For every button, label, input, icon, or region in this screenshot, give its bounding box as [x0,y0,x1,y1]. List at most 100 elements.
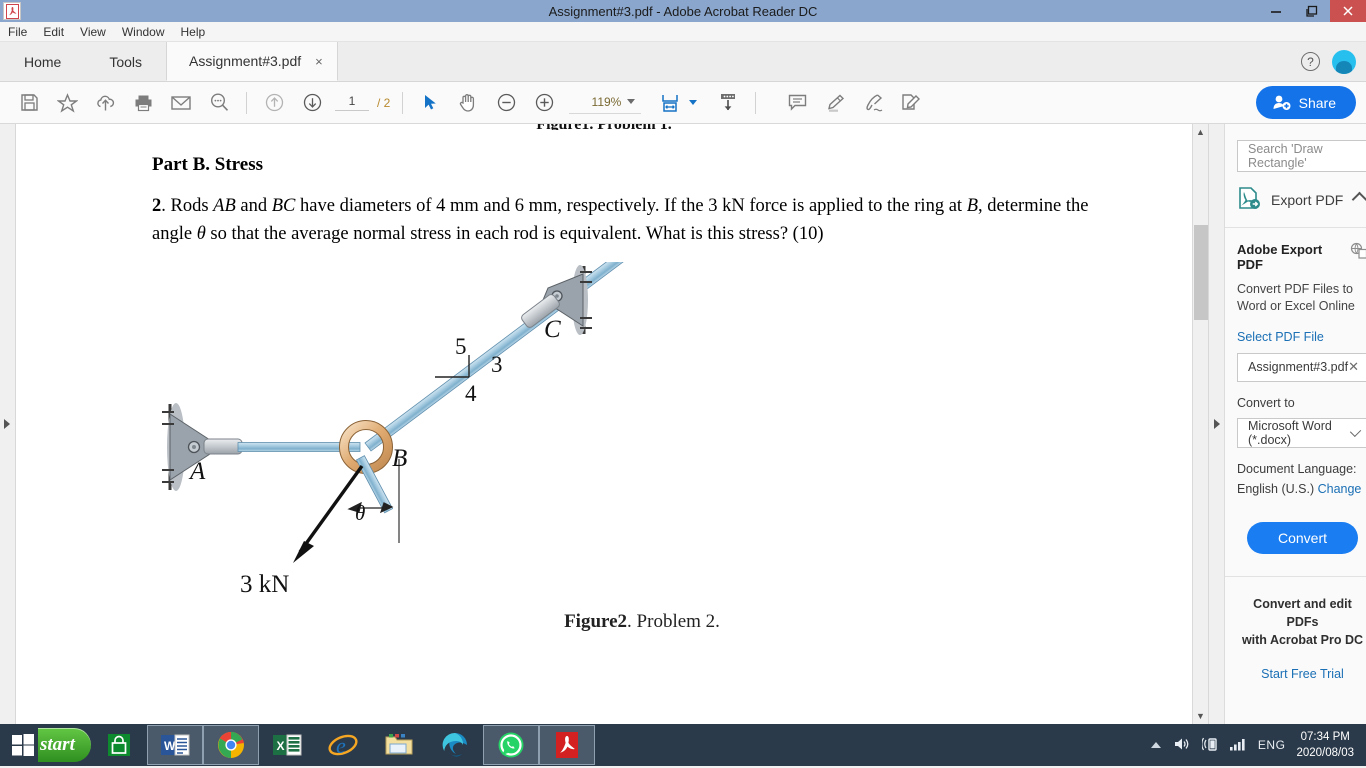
tab-tools[interactable]: Tools [85,42,166,81]
svg-text:X: X [276,739,284,753]
select-pdf-file-link[interactable]: Select PDF File [1237,330,1324,344]
save-icon[interactable] [10,86,48,120]
fit-width-icon[interactable] [651,86,689,120]
promo-line-1: Convert and edit PDFs [1253,596,1352,629]
scrollbar-track[interactable] [1193,140,1209,708]
tab-document[interactable]: Assignment#3.pdf × [166,42,338,81]
tab-bar-right: ? [1301,42,1366,81]
menu-item-window[interactable]: Window [122,25,165,39]
toolbar-divider-3 [755,91,757,114]
internet-explorer-icon[interactable]: e [315,725,371,765]
slope-vert-label: 3 [491,352,503,377]
clock-time: 07:34 PM [1300,730,1350,743]
chrome-icon[interactable] [202,725,259,765]
email-icon[interactable] [162,86,200,120]
excel-icon[interactable]: X [259,725,315,765]
search-input[interactable]: Search 'Draw Rectangle' [1237,140,1366,172]
language-indicator[interactable]: ENG [1258,738,1286,752]
next-page-button[interactable] [293,86,331,120]
page-scroll-icon[interactable] [709,86,747,120]
edit-pdf-icon[interactable] [892,86,930,120]
network-icon[interactable] [1201,736,1218,755]
force-label: 3 kN [240,571,289,598]
show-hidden-icons-icon[interactable] [1150,738,1162,753]
menu-item-help[interactable]: Help [181,25,206,39]
word-icon[interactable]: W [146,725,203,765]
export-pdf-section-header[interactable]: Export PDF [1225,172,1366,228]
menu-item-edit[interactable]: Edit [43,25,64,39]
adobe-export-description: Convert PDF Files to Word or Excel Onlin… [1237,282,1355,314]
start-free-trial-link[interactable]: Start Free Trial [1237,667,1366,681]
chevron-right-icon [4,419,10,429]
angle-label: θ [355,501,365,525]
problem-text-seg3: have diameters of 4 mm and 6 mm, respect… [295,196,864,216]
tab-home[interactable]: Home [0,42,85,81]
clock-date: 2020/08/03 [1296,747,1354,759]
theta-symbol: θ [196,224,206,245]
close-button[interactable] [1330,0,1366,22]
export-pdf-icon [1237,186,1261,213]
help-icon[interactable]: ? [1301,52,1320,71]
left-panel-toggle[interactable] [0,124,16,724]
cloud-upload-icon[interactable] [86,86,124,120]
sign-icon[interactable] [854,86,892,120]
page-number-input[interactable]: 1 [335,94,369,111]
toolbar: 1 / 2 119% Share [0,82,1366,124]
maximize-button[interactable] [1294,0,1330,22]
share-button[interactable]: Share [1255,86,1356,119]
edge-icon[interactable] [427,725,483,765]
file-explorer-icon[interactable] [371,725,427,765]
scrollbar-thumb[interactable] [1193,225,1208,320]
zoom-level-select[interactable]: 119% [569,92,642,114]
avatar[interactable] [1332,49,1356,74]
page-total-label: / 2 [377,95,391,110]
cursor-icon[interactable] [411,86,449,120]
zoom-out-button[interactable] [487,86,525,120]
star-icon[interactable] [48,86,86,120]
volume-icon[interactable] [1173,736,1191,755]
whatsapp-icon[interactable] [482,725,539,765]
fit-width-dropdown-icon[interactable] [689,100,698,105]
label-a: A [188,458,206,485]
convert-format-select[interactable]: Microsoft Word (*.docx) [1237,417,1366,448]
selected-file-field[interactable]: Assignment#3.pdf ✕ [1237,352,1366,382]
clear-file-icon[interactable]: ✕ [1348,359,1359,375]
highlight-icon[interactable] [816,86,854,120]
chevron-up-icon[interactable] [1351,191,1366,208]
print-icon[interactable] [124,86,162,120]
page-scrollbar[interactable]: ▲ ▼ [1192,124,1208,724]
zoom-in-button[interactable] [525,86,563,120]
problem-text: 2. Rods AB and BC have diameters of 4 mm… [152,192,1132,248]
menu-item-view[interactable]: View [80,25,106,39]
point-b-label: B [966,196,978,216]
hand-icon[interactable] [449,86,487,120]
acrobat-icon-taskbar[interactable] [538,725,595,765]
svg-text:e: e [336,733,346,758]
problem-text-seg2: and [235,196,272,216]
right-panel-toggle[interactable] [1208,124,1224,724]
start-button[interactable]: start [38,728,91,762]
close-icon[interactable]: × [315,54,323,69]
minimize-button[interactable] [1258,0,1294,22]
zoom-search-icon[interactable] [200,86,238,120]
export-pdf-body: Adobe Export PDF Convert PDF Files to Wo… [1225,228,1366,554]
change-language-link[interactable]: Change [1318,482,1362,496]
store-icon[interactable] [91,725,147,765]
window-title-bar: Assignment#3.pdf - Adobe Acrobat Reader … [0,0,1366,22]
document-body: Part B. Stress 2. Rods AB and BC have di… [16,124,1192,633]
menu-item-file[interactable]: File [8,25,27,39]
problem-text-seg6: so that the average normal stress in eac… [205,224,642,245]
convert-button[interactable]: Convert [1247,521,1358,554]
label-b: B [392,445,407,472]
comment-icon[interactable] [778,86,816,120]
pdf-page[interactable]: Figure1. Problem 1. Part B. Stress 2. Ro… [16,124,1192,724]
scroll-up-icon[interactable]: ▲ [1196,124,1205,140]
document-area: Figure1. Problem 1. Part B. Stress 2. Ro… [0,124,1224,724]
scroll-down-icon[interactable]: ▼ [1196,708,1205,724]
previous-page-button[interactable] [255,86,293,120]
menu-bar: File Edit View Window Help [0,22,1366,42]
clock[interactable]: 07:34 PM 2020/08/03 [1296,729,1354,762]
copy-icon[interactable] [1350,242,1366,262]
problem-text-seg4: to the ring at [868,196,967,216]
signal-strength-icon[interactable] [1229,737,1247,754]
